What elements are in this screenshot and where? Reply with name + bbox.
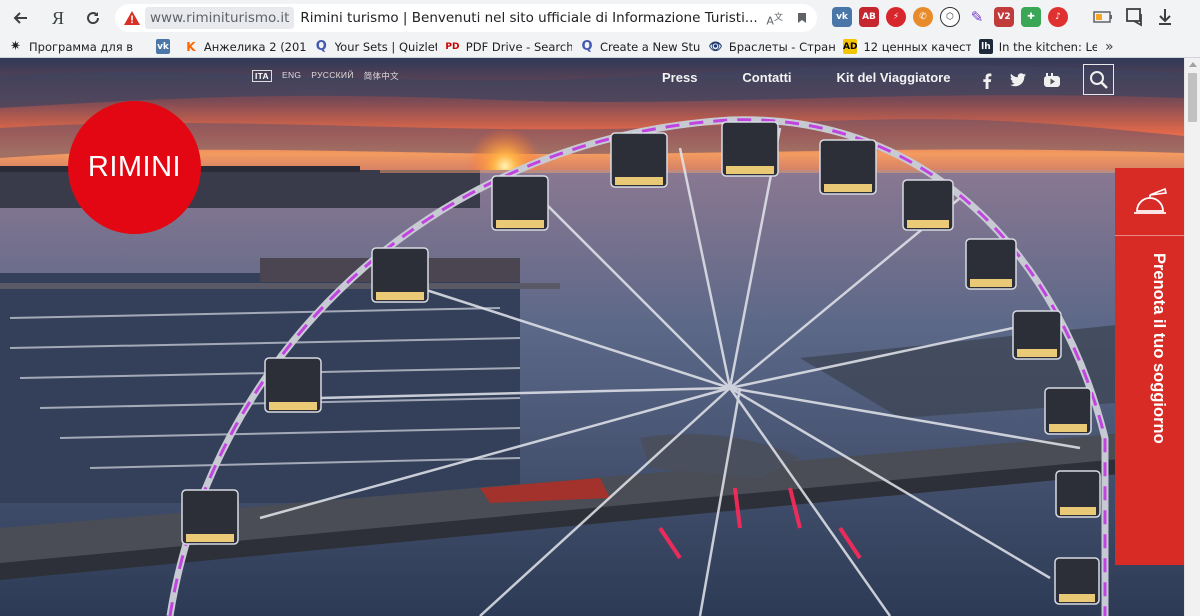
search-button[interactable] bbox=[1083, 64, 1114, 95]
puzzle-extension-icon[interactable]: ✚ bbox=[1021, 7, 1041, 27]
reload-button[interactable] bbox=[80, 6, 106, 30]
bookmark-item[interactable]: Q Create a New Stud bbox=[580, 37, 700, 57]
quizlet-icon: Q bbox=[581, 39, 593, 54]
url-domain: www.riminiturismo.it bbox=[145, 7, 295, 29]
scroll-thumb[interactable] bbox=[1188, 73, 1197, 122]
logo-text: RIMINI bbox=[87, 151, 182, 183]
nav-kit-viaggiatore[interactable]: Kit del Viaggiatore bbox=[837, 70, 951, 85]
booking-tab[interactable]: Prenota il tuo soggiorno bbox=[1115, 168, 1184, 565]
battery-icon[interactable] bbox=[1093, 11, 1113, 23]
address-bar[interactable]: www.riminiturismo.it Rimini turismo | Be… bbox=[115, 4, 817, 32]
download-icon[interactable] bbox=[1157, 8, 1173, 26]
v2-extension-icon[interactable]: V2 bbox=[994, 7, 1014, 27]
pen-extension-icon[interactable]: ✎ bbox=[967, 7, 987, 27]
twitter-icon[interactable] bbox=[1010, 73, 1026, 87]
eye-icon: 👁 bbox=[708, 40, 723, 53]
bookmark-item[interactable]: AD 12 ценных качеств bbox=[843, 37, 971, 57]
lang-ru[interactable]: РУССКИЙ bbox=[311, 70, 353, 82]
bookmark-item[interactable]: lh In the kitchen: Lea bbox=[979, 37, 1097, 57]
browser-toolbar: Я www.riminiturismo.it Rimini turismo | … bbox=[0, 0, 1200, 36]
translate-icon[interactable]: A文 bbox=[766, 9, 783, 28]
back-arrow-icon bbox=[13, 12, 27, 24]
nav-contatti[interactable]: Contatti bbox=[742, 70, 791, 85]
browser-actions bbox=[1093, 7, 1173, 27]
reload-icon bbox=[87, 12, 100, 25]
back-button[interactable] bbox=[8, 6, 34, 30]
music-extension-icon[interactable]: ♪ bbox=[1048, 7, 1068, 27]
not-secure-warning-icon bbox=[124, 11, 140, 25]
facebook-icon[interactable] bbox=[982, 73, 992, 89]
lang-zh[interactable]: 简体中文 bbox=[364, 70, 399, 82]
ninja-icon: ✷ bbox=[10, 39, 21, 54]
top-nav: Press Contatti Kit del Viaggiatore bbox=[662, 70, 950, 85]
search-icon bbox=[1089, 70, 1108, 89]
bookmark-icon[interactable] bbox=[797, 12, 807, 24]
page-scrollbar[interactable] bbox=[1184, 58, 1200, 616]
booking-label: Prenota il tuo soggiorno bbox=[1150, 253, 1168, 444]
extensions-bar: vk AB ⚡ ✆ ⬡ ✎ V2 ✚ ♪ bbox=[832, 7, 1068, 27]
youtube-icon[interactable] bbox=[1044, 73, 1060, 87]
rimini-logo[interactable]: RIMINI bbox=[68, 101, 201, 234]
nav-press[interactable]: Press bbox=[662, 70, 697, 85]
bookmark-item[interactable]: Q Your Sets | Quizlet bbox=[314, 37, 437, 57]
hexagon-extension-icon[interactable]: ⬡ bbox=[940, 7, 960, 27]
bookmark-item[interactable]: PD PDF Drive - Search bbox=[445, 37, 572, 57]
vk-extension-icon[interactable]: vk bbox=[832, 7, 852, 27]
page-title: Rimini turismo | Benvenuti nel sito uffi… bbox=[300, 10, 758, 26]
kinopoisk-icon: K bbox=[186, 39, 196, 54]
vk-icon: vk bbox=[156, 39, 170, 54]
bookmark-item[interactable]: K Анжелика 2 (2015 bbox=[184, 37, 306, 57]
reception-bell-icon bbox=[1115, 168, 1184, 236]
yandex-icon[interactable]: Я bbox=[45, 6, 71, 30]
notes-icon[interactable] bbox=[1125, 7, 1145, 27]
quizlet-icon: Q bbox=[315, 39, 327, 54]
pdfdrive-icon: PD bbox=[445, 41, 460, 52]
lang-eng[interactable]: ENG bbox=[282, 70, 301, 82]
adblock-icon[interactable]: AB bbox=[859, 7, 879, 27]
bookmark-item[interactable]: vk bbox=[156, 37, 176, 57]
web-page: ITA ENG РУССКИЙ 简体中文 Press Contatti Kit … bbox=[0, 58, 1184, 616]
lastpass-icon[interactable]: ⚡ bbox=[886, 7, 906, 27]
lh-icon: lh bbox=[979, 39, 993, 54]
lang-ita[interactable]: ITA bbox=[252, 70, 272, 82]
more-bookmarks-button[interactable]: » bbox=[1105, 39, 1114, 55]
bookmark-item[interactable]: 👁 Браслеты - Стран bbox=[708, 37, 835, 57]
bookmark-item[interactable]: ✷ Программа для в bbox=[8, 37, 148, 57]
bookmarks-bar: ✷ Программа для в vk K Анжелика 2 (2015 … bbox=[0, 36, 1200, 58]
language-switcher: ITA ENG РУССКИЙ 简体中文 bbox=[252, 70, 399, 82]
scroll-up-arrow-icon[interactable] bbox=[1189, 62, 1197, 67]
social-links bbox=[982, 73, 1060, 89]
whatsapp-icon[interactable]: ✆ bbox=[913, 7, 933, 27]
ad-icon: AD bbox=[843, 39, 858, 54]
